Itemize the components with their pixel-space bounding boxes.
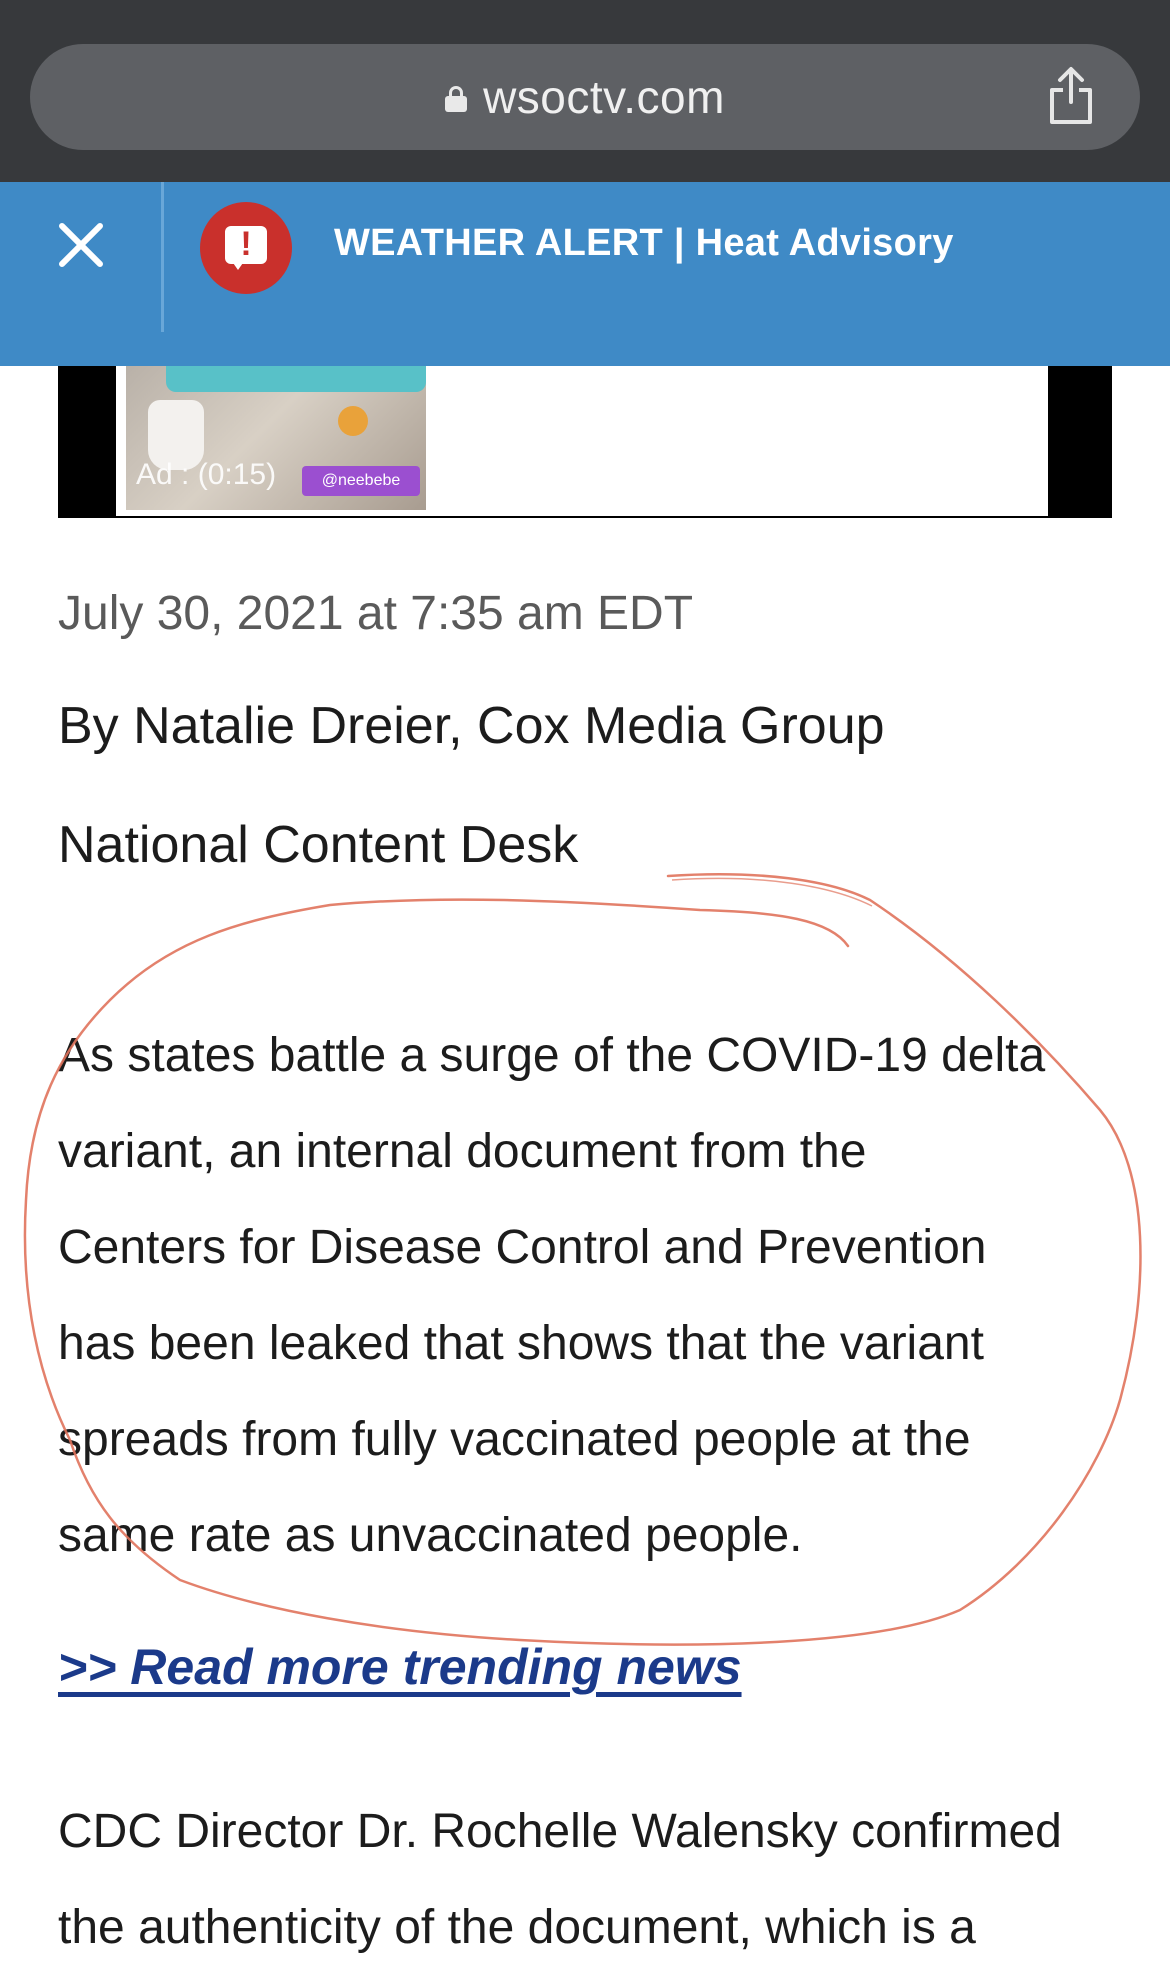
alert-text[interactable]: WEATHER ALERT | Heat Advisory (334, 222, 954, 265)
url-text: wsoctv.com (483, 71, 725, 123)
article-timestamp: July 30, 2021 at 7:35 am EDT (58, 587, 694, 640)
paragraph-line: has been leaked that shows that the vari… (58, 1317, 984, 1370)
paragraph-line: same rate as unvaccinated people. (58, 1509, 803, 1562)
trending-news-link[interactable]: >> Read more trending news (58, 1638, 742, 1696)
alert-icon: ! (200, 202, 292, 294)
paragraph-line: spreads from fully vaccinated people at … (58, 1413, 971, 1466)
address-bar[interactable]: wsoctv.com (30, 44, 1140, 150)
share-icon[interactable] (1046, 66, 1096, 126)
alert-divider (161, 182, 164, 332)
weather-alert-banner[interactable]: ! WEATHER ALERT | Heat Advisory (0, 182, 1170, 366)
paragraph-line: the authenticity of the document, which … (58, 1901, 976, 1954)
close-icon[interactable] (56, 220, 106, 270)
ad-thumbnail[interactable]: Ad : (0:15) @neebebe (126, 366, 426, 510)
ad-countdown-label: Ad : (0:15) (136, 458, 277, 491)
article-paragraph-2: CDC Director Dr. Rochelle Walensky confi… (58, 1784, 1118, 1976)
url-display: wsoctv.com (30, 44, 1140, 150)
paragraph-line: Centers for Disease Control and Preventi… (58, 1221, 987, 1274)
browser-toolbar: wsoctv.com (0, 0, 1170, 182)
video-ad[interactable]: Ad : (0:15) @neebebe (58, 366, 1112, 518)
article-desk: National Content Desk (58, 816, 579, 874)
article-paragraph: As states battle a surge of the COVID-19… (58, 1008, 1098, 1584)
article-byline: By Natalie Dreier, Cox Media Group (58, 697, 885, 755)
lock-icon (445, 86, 468, 112)
paragraph-line: As states battle a surge of the COVID-19… (58, 1029, 1046, 1082)
paragraph-line: variant, an internal document from the (58, 1125, 867, 1178)
paragraph-line: CDC Director Dr. Rochelle Walensky confi… (58, 1805, 1062, 1858)
ad-handle-tag: @neebebe (302, 466, 420, 496)
